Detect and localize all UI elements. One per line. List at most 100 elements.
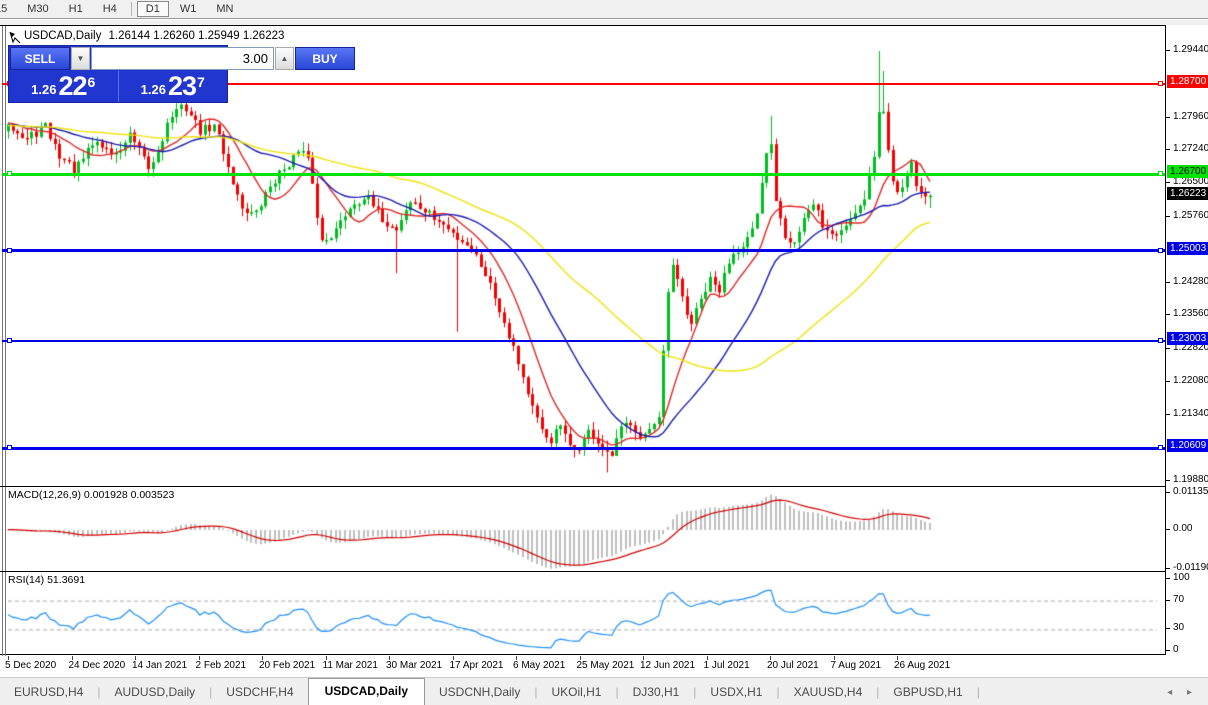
price-tick (1166, 381, 1170, 382)
tab-usdcnh-daily[interactable]: USDCNH,Daily (425, 680, 534, 705)
spin-down-icon: ▼ (77, 54, 85, 63)
price-tick (1166, 529, 1170, 530)
date-axis-label: 11 Mar 2021 (323, 660, 378, 671)
horizontal-line-1.25003[interactable] (2, 249, 1165, 252)
toolbar-separator (131, 2, 132, 16)
rsi-axis-label: 100 (1173, 572, 1190, 583)
volume-input[interactable] (91, 47, 274, 70)
date-axis-label: 14 Jan 2021 (132, 660, 187, 671)
chart-window[interactable]: USDCAD,Daily 1.26144 1.26260 1.25949 1.2… (0, 25, 1166, 655)
date-axis-label: 25 May 2021 (577, 660, 635, 671)
macd-label: MACD(12,26,9) 0.001928 0.003523 (8, 489, 174, 501)
line-handle-icon[interactable] (7, 445, 12, 450)
tab-usdcad-daily[interactable]: USDCAD,Daily (308, 678, 425, 705)
macd-panel-separator[interactable] (0, 486, 1165, 487)
current-price-badge: 1.26223 (1167, 187, 1208, 200)
price-tick (1166, 216, 1170, 217)
spin-up-icon: ▲ (281, 54, 289, 63)
tab-xauusd-h4[interactable]: XAUUSD,H4 (780, 680, 877, 705)
line-handle-icon[interactable] (1158, 248, 1163, 253)
tab-audusd-daily[interactable]: AUDUSD,Daily (100, 680, 209, 705)
price-axis-label: 1.23560 (1173, 308, 1208, 319)
date-axis-label: 7 Aug 2021 (831, 660, 882, 671)
price-tick (1166, 149, 1170, 150)
timeframe-button-15[interactable]: 15 (0, 2, 16, 16)
price-tick (1166, 314, 1170, 315)
price-tick (1166, 182, 1170, 183)
tab-dj30-h1[interactable]: DJ30,H1 (619, 680, 694, 705)
rsi-axis-label: 0 (1173, 644, 1179, 655)
line-price-badge: 1.26700 (1167, 165, 1208, 178)
price-axis-label: 1.27960 (1173, 111, 1208, 122)
chart-cursor-arrow-icon (9, 31, 21, 44)
line-handle-icon[interactable] (7, 338, 12, 343)
price-tick (1166, 348, 1170, 349)
price-tick (1166, 414, 1170, 415)
rsi-panel-separator[interactable] (0, 571, 1165, 572)
sell-price-big: 22 (58, 73, 86, 100)
timeframe-button-H4[interactable]: H4 (94, 2, 126, 16)
date-axis-label: 6 May 2021 (513, 660, 565, 671)
horizontal-line-1.23003[interactable] (2, 340, 1165, 342)
price-tick (1166, 600, 1170, 601)
rsi-label: RSI(14) 51.3691 (8, 574, 85, 586)
price-tick (1166, 628, 1170, 629)
date-axis-label: 12 Jun 2021 (640, 660, 695, 671)
volume-increase-button[interactable]: ▲ (275, 47, 294, 70)
timeframe-button-H1[interactable]: H1 (60, 2, 92, 16)
timeframe-button-MN[interactable]: MN (207, 2, 242, 16)
line-handle-icon[interactable] (1158, 171, 1163, 176)
timeframe-button-W1[interactable]: W1 (171, 2, 206, 16)
price-tick (1166, 578, 1170, 579)
price-axis-label: 1.22080 (1173, 375, 1208, 386)
macd-axis-label: 0.00 (1173, 523, 1192, 534)
date-axis-label: 5 Dec 2020 (5, 660, 56, 671)
rsi-axis-label: 70 (1173, 594, 1184, 605)
chart-ohlc-readout: 1.26144 1.26260 1.25949 1.26223 (109, 30, 285, 42)
price-tick (1166, 650, 1170, 651)
line-price-badge: 1.28700 (1167, 75, 1208, 88)
sell-price-sup: 6 (88, 74, 96, 90)
price-axis-label: 1.19880 (1173, 474, 1208, 485)
line-handle-icon[interactable] (7, 171, 12, 176)
timeframe-button-M30[interactable]: M30 (18, 2, 57, 16)
date-axis-label: 30 Mar 2021 (386, 660, 442, 671)
price-tick (1166, 117, 1170, 118)
timeframe-button-D1[interactable]: D1 (137, 1, 169, 17)
price-axis[interactable]: 1.294401.279601.272401.265001.257601.242… (1166, 25, 1208, 656)
price-tick (1166, 492, 1170, 493)
mt4-window: 15M30H1H4 D1W1MN USDCAD,Daily 1.26144 1.2… (0, 0, 1208, 705)
buy-price-display[interactable]: 1.26 23 7 (118, 71, 228, 102)
buy-button[interactable]: BUY (295, 47, 355, 70)
rsi-axis-label: 30 (1173, 622, 1184, 633)
tab-scroll-arrows-icon[interactable]: ◂ ▸ (1167, 687, 1208, 705)
chart-symbol-period: USDCAD,Daily (24, 30, 101, 42)
sell-price-display[interactable]: 1.26 22 6 (9, 71, 118, 102)
volume-decrease-button[interactable]: ▼ (71, 47, 90, 70)
tab-eurusd-h4[interactable]: EURUSD,H4 (0, 680, 97, 705)
buy-price-big: 23 (168, 73, 196, 100)
chart-title: USDCAD,Daily 1.26144 1.26260 1.25949 1.2… (10, 30, 284, 42)
price-tick (1166, 282, 1170, 283)
horizontal-line-1.26700[interactable] (2, 173, 1165, 176)
tab-usdx-h1[interactable]: USDX,H1 (696, 680, 776, 705)
line-handle-icon[interactable] (1158, 81, 1163, 86)
line-price-badge: 1.25003 (1167, 242, 1208, 255)
line-handle-icon[interactable] (7, 248, 12, 253)
sell-button[interactable]: SELL (10, 47, 70, 70)
tab-gbpusd-h1[interactable]: GBPUSD,H1 (879, 680, 976, 705)
date-axis-label: 20 Feb 2021 (259, 660, 315, 671)
buy-price-sup: 7 (197, 74, 205, 90)
line-price-badge: 1.20609 (1167, 439, 1208, 452)
price-axis-label: 1.29440 (1173, 44, 1208, 55)
tab-usdchf-h4[interactable]: USDCHF,H4 (212, 680, 307, 705)
price-tick (1166, 50, 1170, 51)
date-axis-label: 20 Jul 2021 (767, 660, 819, 671)
horizontal-line-1.20609[interactable] (2, 447, 1165, 450)
date-axis-label: 17 Apr 2021 (450, 660, 504, 671)
line-handle-icon[interactable] (1158, 338, 1163, 343)
line-handle-icon[interactable] (1158, 445, 1163, 450)
time-axis[interactable]: 5 Dec 202024 Dec 202014 Jan 20212 Feb 20… (0, 656, 1166, 674)
tab-ukoil-h1[interactable]: UKOil,H1 (537, 680, 615, 705)
price-axis-label: 1.24280 (1173, 276, 1208, 287)
